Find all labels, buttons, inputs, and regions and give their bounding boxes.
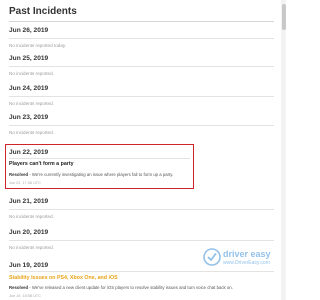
day-date: Jun 21, 2019 xyxy=(9,198,49,205)
day-date: Jun 23, 2019 xyxy=(9,114,49,121)
incident-status: Resolved xyxy=(9,172,29,177)
day-divider xyxy=(9,96,274,97)
day-jun-23: Jun 23, 2019 No incidents reported. xyxy=(9,114,274,135)
day-date: Jun 20, 2019 xyxy=(9,229,49,236)
day-jun-24: Jun 24, 2019 No incidents reported. xyxy=(9,85,274,106)
incident-update: Resolved - We're currently investigating… xyxy=(9,172,173,177)
incident-status: Resolved xyxy=(9,285,29,290)
no-incidents-text: No incidents reported. xyxy=(9,130,54,135)
day-divider xyxy=(9,38,274,39)
driver-easy-logo-icon xyxy=(203,248,221,266)
incident-title-link[interactable]: Stability Issues on PS4, Xbox One, and i… xyxy=(9,275,118,281)
scrollbar-thumb[interactable] xyxy=(281,4,286,30)
no-incidents-text: No incidents reported. xyxy=(9,214,54,219)
day-jun-26: Jun 26, 2019 No incidents reported today… xyxy=(9,27,274,48)
watermark-url: www.DriverEasy.com xyxy=(223,260,270,266)
day-jun-21: Jun 21, 2019 No incidents reported. xyxy=(9,198,274,219)
no-incidents-text: No incidents reported. xyxy=(9,71,54,76)
day-jun-25: Jun 25, 2019 No incidents reported. xyxy=(9,55,274,76)
incident-time: Jun 22, 17:36 UTC xyxy=(9,181,41,185)
page-title: Past Incidents xyxy=(9,6,77,17)
incident-title-link[interactable]: Players can't form a party xyxy=(9,161,74,167)
incident-date: Jun 22, 2019 xyxy=(9,149,49,156)
incident-body: - We've released a new client update for… xyxy=(28,285,233,290)
incident-update: Resolved - We've released a new client u… xyxy=(9,285,233,290)
no-incidents-text: No incidents reported. xyxy=(9,101,54,106)
day-date: Jun 24, 2019 xyxy=(9,85,49,92)
day-divider xyxy=(9,66,274,67)
day-date: Jun 26, 2019 xyxy=(9,27,49,34)
day-divider xyxy=(9,240,274,241)
watermark: driver easy www.DriverEasy.com xyxy=(203,247,283,273)
incident-body: - We're currently investigating an issue… xyxy=(28,172,174,177)
title-divider xyxy=(9,21,274,22)
status-page: Past Incidents Jun 26, 2019 No incidents… xyxy=(0,0,288,300)
day-divider xyxy=(9,125,274,126)
incident-time: Jun 19, 18:58 UTC xyxy=(9,294,41,298)
incident-divider xyxy=(9,158,190,159)
watermark-name: driver easy xyxy=(223,249,271,259)
day-divider xyxy=(9,209,274,210)
no-incidents-text: No incidents reported today. xyxy=(9,43,67,48)
day-date: Jun 25, 2019 xyxy=(9,55,49,62)
incident-date: Jun 19, 2019 xyxy=(9,262,49,269)
